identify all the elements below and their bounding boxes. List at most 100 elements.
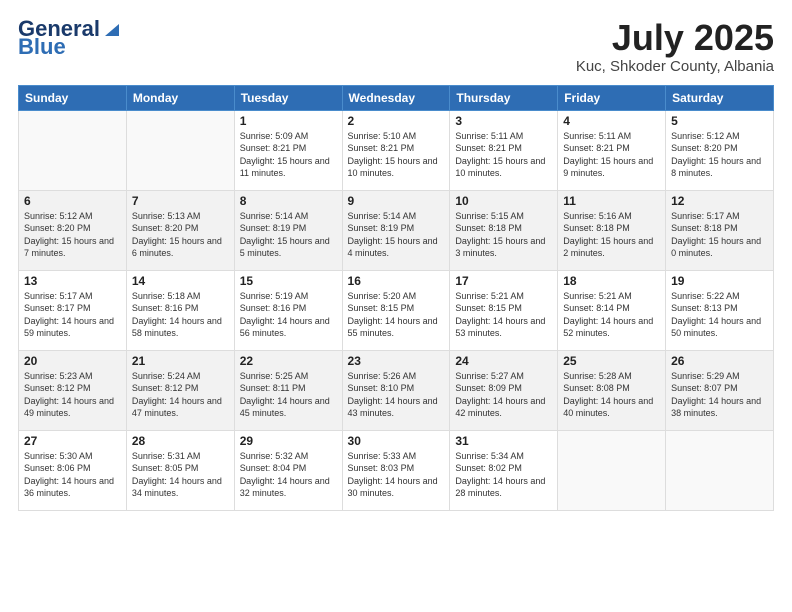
table-row: 4 Sunrise: 5:11 AMSunset: 8:21 PMDaylight… — [558, 110, 666, 190]
table-row: 10 Sunrise: 5:15 AMSunset: 8:18 PMDayligh… — [450, 190, 558, 270]
logo: General Blue — [18, 18, 121, 58]
logo-triangle-icon — [103, 20, 121, 38]
day-info: Sunrise: 5:17 AMSunset: 8:18 PMDaylight:… — [671, 210, 768, 260]
day-info: Sunrise: 5:17 AMSunset: 8:17 PMDaylight:… — [24, 290, 121, 340]
table-row: 6Sunrise: 5:12 AMSunset: 8:20 PMDaylight… — [19, 190, 127, 270]
calendar-header-row: Sunday Monday Tuesday Wednesday Thursday… — [19, 85, 774, 110]
day-number: 9 — [348, 194, 445, 208]
table-row: 15Sunrise: 5:19 AMSunset: 8:16 PMDayligh… — [234, 270, 342, 350]
day-info: Sunrise: 5:27 AMSunset: 8:09 PMDaylight:… — [455, 370, 552, 420]
day-number: 16 — [348, 274, 445, 288]
day-number: 24 — [455, 354, 552, 368]
day-number: 14 — [132, 274, 229, 288]
day-number: 10 — [455, 194, 552, 208]
day-info: Sunrise: 5:34 AMSunset: 8:02 PMDaylight:… — [455, 450, 552, 500]
logo-blue: Blue — [18, 36, 66, 58]
table-row: 2 Sunrise: 5:10 AMSunset: 8:21 PMDaylight… — [342, 110, 450, 190]
col-thursday: Thursday — [450, 85, 558, 110]
day-number: 25 — [563, 354, 660, 368]
day-info: Sunrise: 5:21 AMSunset: 8:15 PMDaylight:… — [455, 290, 552, 340]
table-row — [666, 430, 774, 510]
table-row: 9 Sunrise: 5:14 AMSunset: 8:19 PMDaylight… — [342, 190, 450, 270]
day-info: Sunrise: 5:11 AMSunset: 8:21 PMDaylight:… — [563, 130, 660, 180]
day-info: Sunrise: 5:15 AMSunset: 8:18 PMDaylight:… — [455, 210, 552, 260]
table-row: 30 Sunrise: 5:33 AMSunset: 8:03 PMDayligh… — [342, 430, 450, 510]
table-row — [558, 430, 666, 510]
day-number: 29 — [240, 434, 337, 448]
table-row: 27Sunrise: 5:30 AMSunset: 8:06 PMDayligh… — [19, 430, 127, 510]
day-info: Sunrise: 5:14 AMSunset: 8:19 PMDaylight:… — [348, 210, 445, 260]
day-info: Sunrise: 5:29 AMSunset: 8:07 PMDaylight:… — [671, 370, 768, 420]
day-number: 19 — [671, 274, 768, 288]
table-row: 19 Sunrise: 5:22 AMSunset: 8:13 PMDayligh… — [666, 270, 774, 350]
day-number: 23 — [348, 354, 445, 368]
day-info: Sunrise: 5:10 AMSunset: 8:21 PMDaylight:… — [348, 130, 445, 180]
day-info: Sunrise: 5:26 AMSunset: 8:10 PMDaylight:… — [348, 370, 445, 420]
table-row: 8 Sunrise: 5:14 AMSunset: 8:19 PMDaylight… — [234, 190, 342, 270]
table-row: 23 Sunrise: 5:26 AMSunset: 8:10 PMDayligh… — [342, 350, 450, 430]
table-row: 7 Sunrise: 5:13 AMSunset: 8:20 PMDaylight… — [126, 190, 234, 270]
day-number: 21 — [132, 354, 229, 368]
day-info: Sunrise: 5:18 AMSunset: 8:16 PMDaylight:… — [132, 290, 229, 340]
table-row: 20Sunrise: 5:23 AMSunset: 8:12 PMDayligh… — [19, 350, 127, 430]
day-number: 8 — [240, 194, 337, 208]
table-row: 14 Sunrise: 5:18 AMSunset: 8:16 PMDayligh… — [126, 270, 234, 350]
day-number: 4 — [563, 114, 660, 128]
calendar-week-row: 27Sunrise: 5:30 AMSunset: 8:06 PMDayligh… — [19, 430, 774, 510]
day-info: Sunrise: 5:33 AMSunset: 8:03 PMDaylight:… — [348, 450, 445, 500]
calendar-week-row: 1 Sunrise: 5:09 AMSunset: 8:21 PMDaylight… — [19, 110, 774, 190]
day-info: Sunrise: 5:09 AMSunset: 8:21 PMDaylight:… — [240, 130, 337, 180]
day-number: 12 — [671, 194, 768, 208]
header: General Blue July 2025 Kuc, Shkoder Coun… — [18, 18, 774, 75]
col-sunday: Sunday — [19, 85, 127, 110]
table-row: 1 Sunrise: 5:09 AMSunset: 8:21 PMDaylight… — [234, 110, 342, 190]
table-row — [19, 110, 127, 190]
day-number: 26 — [671, 354, 768, 368]
day-number: 15 — [240, 274, 337, 288]
table-row: 18 Sunrise: 5:21 AMSunset: 8:14 PMDayligh… — [558, 270, 666, 350]
day-info: Sunrise: 5:24 AMSunset: 8:12 PMDaylight:… — [132, 370, 229, 420]
table-row: 11 Sunrise: 5:16 AMSunset: 8:18 PMDayligh… — [558, 190, 666, 270]
day-info: Sunrise: 5:16 AMSunset: 8:18 PMDaylight:… — [563, 210, 660, 260]
table-row: 29Sunrise: 5:32 AMSunset: 8:04 PMDayligh… — [234, 430, 342, 510]
table-row: 16 Sunrise: 5:20 AMSunset: 8:15 PMDayligh… — [342, 270, 450, 350]
day-number: 7 — [132, 194, 229, 208]
table-row: 28Sunrise: 5:31 AMSunset: 8:05 PMDayligh… — [126, 430, 234, 510]
calendar-week-row: 6Sunrise: 5:12 AMSunset: 8:20 PMDaylight… — [19, 190, 774, 270]
day-number: 3 — [455, 114, 552, 128]
calendar-table: Sunday Monday Tuesday Wednesday Thursday… — [18, 85, 774, 511]
calendar-week-row: 13 Sunrise: 5:17 AMSunset: 8:17 PMDayligh… — [19, 270, 774, 350]
day-number: 28 — [132, 434, 229, 448]
table-row: 26 Sunrise: 5:29 AMSunset: 8:07 PMDayligh… — [666, 350, 774, 430]
day-info: Sunrise: 5:12 AMSunset: 8:20 PMDaylight:… — [671, 130, 768, 180]
day-info: Sunrise: 5:14 AMSunset: 8:19 PMDaylight:… — [240, 210, 337, 260]
day-number: 18 — [563, 274, 660, 288]
day-info: Sunrise: 5:20 AMSunset: 8:15 PMDaylight:… — [348, 290, 445, 340]
day-number: 17 — [455, 274, 552, 288]
day-info: Sunrise: 5:30 AMSunset: 8:06 PMDaylight:… — [24, 450, 121, 500]
table-row: 3 Sunrise: 5:11 AMSunset: 8:21 PMDaylight… — [450, 110, 558, 190]
col-tuesday: Tuesday — [234, 85, 342, 110]
day-number: 5 — [671, 114, 768, 128]
day-info: Sunrise: 5:22 AMSunset: 8:13 PMDaylight:… — [671, 290, 768, 340]
day-info: Sunrise: 5:13 AMSunset: 8:20 PMDaylight:… — [132, 210, 229, 260]
table-row: 24 Sunrise: 5:27 AMSunset: 8:09 PMDayligh… — [450, 350, 558, 430]
day-number: 13 — [24, 274, 121, 288]
day-number: 22 — [240, 354, 337, 368]
table-row: 22 Sunrise: 5:25 AMSunset: 8:11 PMDayligh… — [234, 350, 342, 430]
table-row — [126, 110, 234, 190]
table-row: 17 Sunrise: 5:21 AMSunset: 8:15 PMDayligh… — [450, 270, 558, 350]
title-block: July 2025 Kuc, Shkoder County, Albania — [576, 18, 774, 75]
day-number: 20 — [24, 354, 121, 368]
table-row: 25Sunrise: 5:28 AMSunset: 8:08 PMDayligh… — [558, 350, 666, 430]
day-number: 2 — [348, 114, 445, 128]
page: General Blue July 2025 Kuc, Shkoder Coun… — [0, 0, 792, 612]
day-number: 30 — [348, 434, 445, 448]
col-saturday: Saturday — [666, 85, 774, 110]
table-row: 21 Sunrise: 5:24 AMSunset: 8:12 PMDayligh… — [126, 350, 234, 430]
day-number: 11 — [563, 194, 660, 208]
day-number: 1 — [240, 114, 337, 128]
day-info: Sunrise: 5:11 AMSunset: 8:21 PMDaylight:… — [455, 130, 552, 180]
day-info: Sunrise: 5:25 AMSunset: 8:11 PMDaylight:… — [240, 370, 337, 420]
day-info: Sunrise: 5:21 AMSunset: 8:14 PMDaylight:… — [563, 290, 660, 340]
